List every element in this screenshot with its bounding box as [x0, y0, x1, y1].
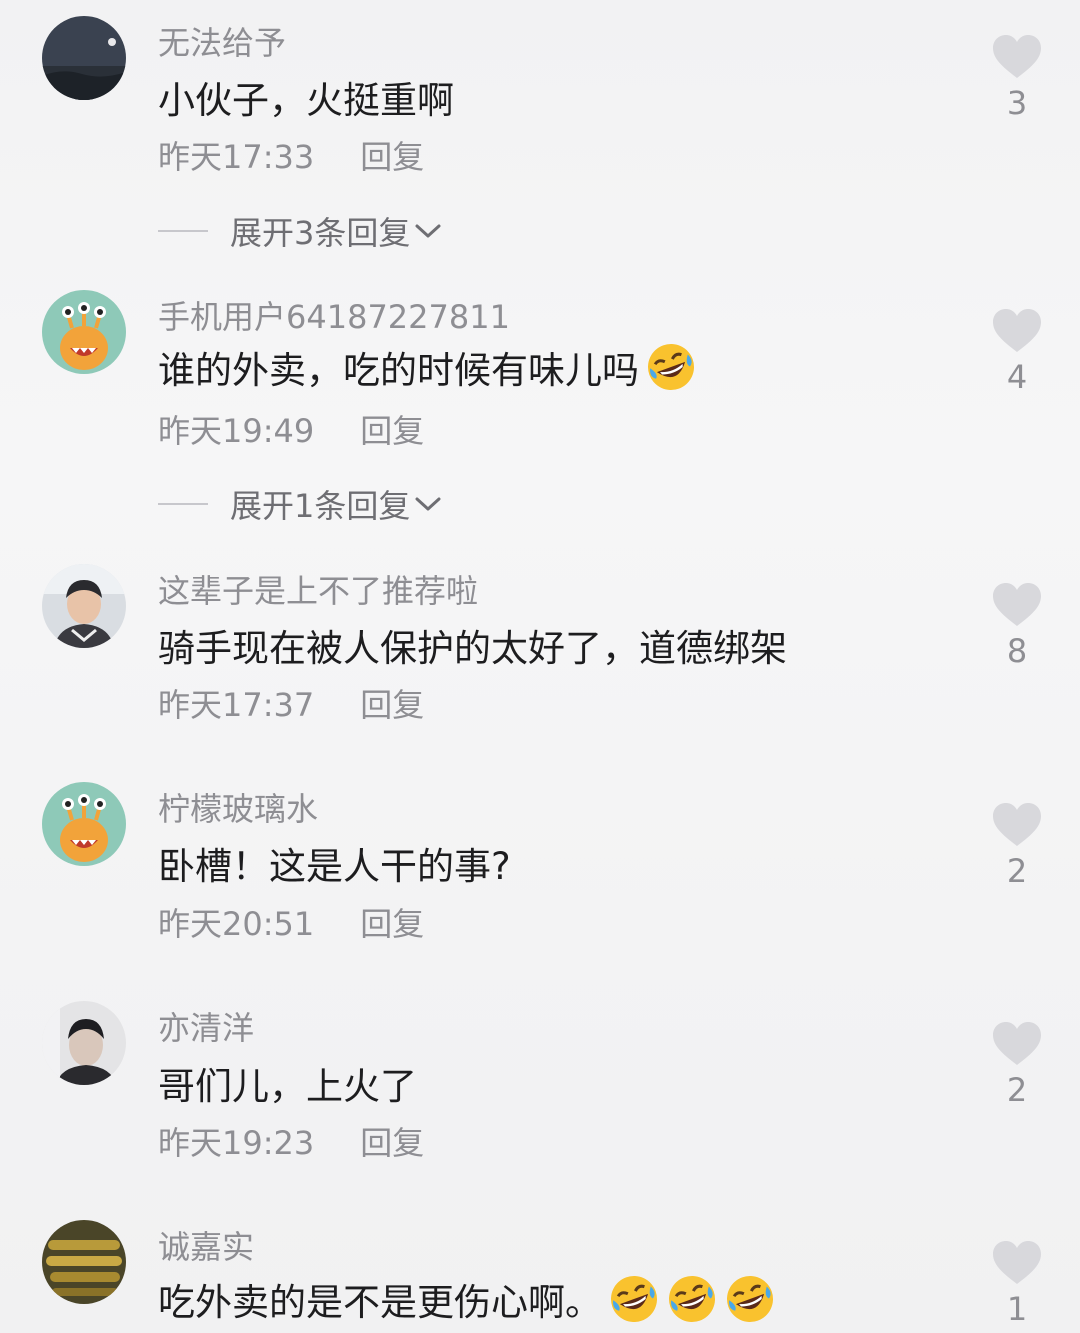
expand-replies-label: 展开3条回复	[230, 214, 411, 252]
divider-line	[158, 503, 208, 505]
like-button[interactable]: 2	[990, 802, 1044, 890]
like-count: 4	[1006, 358, 1028, 396]
comment-username[interactable]: 诚嘉实	[158, 1222, 254, 1268]
comment-text: 骑手现在被人保护的太好了，道德绑架	[158, 627, 787, 670]
laughing-emoji-icon	[645, 341, 697, 393]
heart-icon	[990, 1240, 1044, 1286]
heart-icon	[990, 1021, 1044, 1067]
comment-text: 哥们儿，上火了	[158, 1065, 417, 1108]
avatar[interactable]	[42, 290, 126, 374]
comment-time: 昨天19:23	[158, 1124, 315, 1162]
reply-button[interactable]: 回复	[360, 132, 424, 178]
avatar[interactable]	[42, 16, 126, 100]
like-count: 2	[1006, 852, 1028, 890]
avatar[interactable]	[42, 1001, 126, 1085]
comment-text: 谁的外卖，吃的时候有味儿吗	[158, 340, 697, 394]
reply-button[interactable]: 回复	[360, 406, 424, 452]
like-button[interactable]: 8	[990, 582, 1044, 670]
laughing-emoji-icon	[608, 1273, 660, 1325]
like-count: 1	[1006, 1290, 1028, 1328]
comment-username[interactable]: 无法给予	[158, 18, 286, 64]
heart-icon	[990, 802, 1044, 848]
comment-time: 昨天20:51	[158, 905, 315, 943]
comment-meta: 昨天19:49 回复	[158, 406, 424, 452]
expand-replies-button[interactable]: 展开1条回复	[158, 481, 442, 527]
comment-meta: 昨天17:37 回复	[158, 680, 424, 726]
heart-icon	[990, 582, 1044, 628]
comment-username[interactable]: 手机用户64187227811	[158, 292, 510, 338]
like-button[interactable]: 4	[990, 308, 1044, 396]
comment-username[interactable]: 这辈子是上不了推荐啦	[158, 566, 478, 612]
avatar[interactable]	[42, 564, 126, 648]
expand-replies-button[interactable]: 展开3条回复	[158, 208, 442, 254]
laughing-emoji-icon	[724, 1273, 776, 1325]
reply-button[interactable]: 回复	[360, 1118, 424, 1164]
comment-time: 昨天17:37	[158, 686, 315, 724]
comment-meta: 昨天17:33 回复	[158, 132, 424, 178]
comment-time: 昨天17:33	[158, 138, 315, 176]
reply-button[interactable]: 回复	[360, 899, 424, 945]
avatar[interactable]	[42, 782, 126, 866]
like-count: 8	[1006, 632, 1028, 670]
divider-line	[158, 230, 208, 232]
laughing-emoji-icon	[666, 1273, 718, 1325]
like-button[interactable]: 3	[990, 34, 1044, 122]
comment-meta: 昨天20:51 回复	[158, 899, 424, 945]
comment-username[interactable]: 亦清洋	[158, 1003, 254, 1049]
comment-text: 卧槽！这是人干的事?	[158, 845, 511, 888]
like-count: 3	[1006, 84, 1028, 122]
comment-meta: 昨天19:23 回复	[158, 1118, 424, 1164]
chevron-down-icon	[410, 495, 442, 513]
heart-icon	[990, 308, 1044, 354]
comment-text: 吃外卖的是不是更伤心啊。	[158, 1272, 776, 1326]
like-count: 2	[1006, 1071, 1028, 1109]
reply-button[interactable]: 回复	[360, 680, 424, 726]
expand-replies-label: 展开1条回复	[230, 487, 411, 525]
like-button[interactable]: 1	[990, 1240, 1044, 1328]
like-button[interactable]: 2	[990, 1021, 1044, 1109]
comment-time: 昨天19:49	[158, 412, 315, 450]
chevron-down-icon	[410, 222, 442, 240]
comment-username[interactable]: 柠檬玻璃水	[158, 784, 318, 830]
heart-icon	[990, 34, 1044, 80]
avatar[interactable]	[42, 1220, 126, 1304]
comment-text: 小伙子，火挺重啊	[158, 79, 454, 122]
